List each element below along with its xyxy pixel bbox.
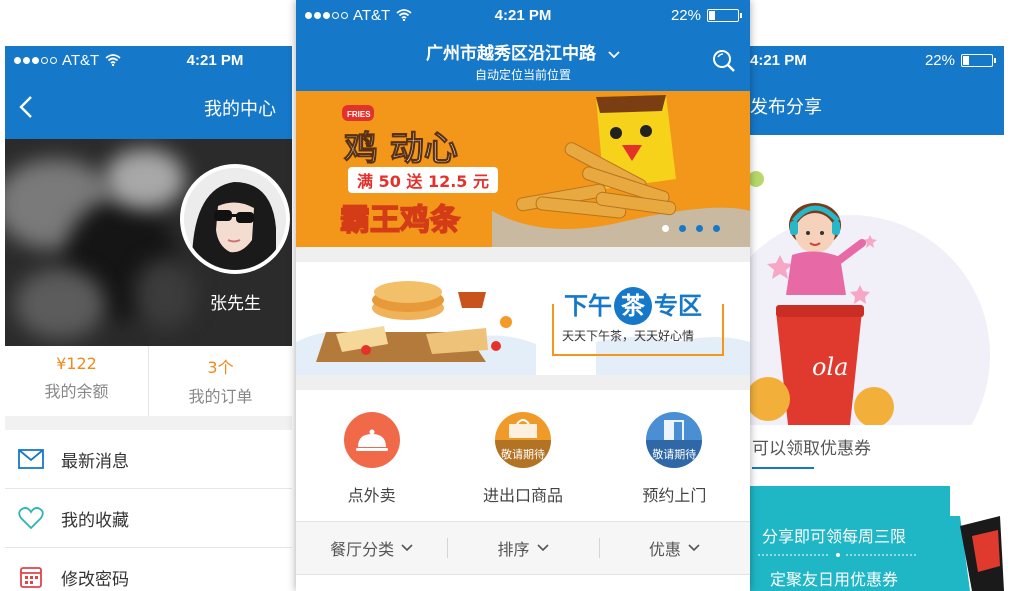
filter-label: 餐厅分类 (330, 540, 395, 559)
banner-title: 鸡 动心 (344, 129, 459, 170)
chevron-down-icon (536, 544, 549, 552)
section-divider (5, 416, 292, 430)
category-label: 进出口商品 (482, 486, 563, 505)
share-illustration: ola (750, 171, 990, 425)
calendar-icon (18, 564, 44, 590)
carrier-label: AT&T (62, 51, 100, 69)
category-import-goods[interactable]: 敬请期待 进出口商品 (447, 390, 598, 520)
battery-indicator: 22% (671, 7, 742, 24)
pager-dot[interactable] (696, 225, 703, 232)
ticket-line-2: 定聚友日用优惠券 (770, 570, 899, 589)
chevron-down-icon (608, 51, 620, 59)
balance-label: 我的余额 (44, 382, 109, 401)
coming-soon-badge: 敬请期待 (500, 448, 545, 461)
category-appointment[interactable]: 敬请期待 预约上门 (599, 390, 750, 520)
pager-dot[interactable] (713, 225, 720, 232)
tea-title-pre: 下午 (564, 292, 612, 320)
menu-item-label: 修改密码 (61, 569, 129, 590)
menu-item-favorites[interactable]: 我的收藏 (5, 489, 292, 548)
chevron-down-icon (401, 544, 413, 552)
status-bar: AT&T 4:21 PM (5, 48, 292, 72)
battery-percent: 22% (670, 6, 701, 24)
coupon-hint: 可以领取优惠券 (752, 439, 871, 459)
tea-title-post: 专区 (654, 292, 702, 320)
cloche-icon (343, 412, 400, 468)
coming-soon-badge: 敬请期待 (652, 448, 697, 461)
heart-icon (18, 505, 44, 531)
filter-label: 排序 (497, 540, 530, 559)
banner-subtitle: 霸王鸡条 (339, 202, 461, 239)
status-bar: AT&T 4:21 PM 22% (296, 3, 750, 27)
battery-icon (707, 8, 739, 22)
filter-sort[interactable]: 排序 (447, 522, 598, 574)
profile-menu: 最新消息 我的收藏 修改密码 (5, 430, 292, 591)
tea-title-mid: 茶 (614, 287, 652, 325)
battery-icon (961, 53, 993, 67)
page-title: 我的中心 (204, 99, 276, 120)
location-hint: 自动定位当前位置 (474, 68, 571, 82)
cup-label: ola (812, 353, 848, 381)
orders-label: 我的订单 (188, 387, 253, 406)
page-title: 发布分享 (750, 97, 822, 118)
balance-stat[interactable]: ¥122 我的余额 (5, 346, 148, 416)
tea-slogan: 天天下午茶，天天好心情 (562, 329, 695, 343)
menu-item-messages[interactable]: 最新消息 (5, 430, 292, 489)
section-divider (296, 375, 750, 390)
nav-bar: AT&T 4:21 PM 22% 广州市越秀区沿江中路 自动定位当前位置 (296, 0, 750, 91)
menu-item-change-password[interactable]: 修改密码 (5, 548, 292, 591)
category-label: 点外卖 (347, 486, 396, 505)
username: 张先生 (210, 294, 261, 314)
menu-item-label: 我的收藏 (61, 510, 129, 531)
share-screen: 4:21 PM 22% 发布分享 ola 可以领取优惠券 分享即可领每周三限 定… (750, 46, 1004, 591)
avatar-image (184, 168, 286, 270)
avatar[interactable] (180, 164, 290, 274)
status-bar: 4:21 PM 22% (750, 48, 1004, 72)
home-screen: AT&T 4:21 PM 22% 广州市越秀区沿江中路 自动定位当前位置 FRI… (296, 0, 750, 591)
signal-icon (14, 56, 57, 64)
balance-value: ¥122 (56, 354, 97, 373)
category-label: 预约上门 (642, 486, 707, 505)
mail-icon (18, 446, 44, 472)
location-label: 广州市越秀区沿江中路 (426, 44, 597, 64)
banner-promo: 满 50 送 12.5 元 (348, 167, 498, 193)
location-selector[interactable]: 广州市越秀区沿江中路 (296, 39, 750, 64)
tea-title: 下午茶专区 (564, 286, 702, 325)
pager-dot-active[interactable] (662, 225, 669, 232)
orders-stat[interactable]: 3个 我的订单 (148, 346, 292, 416)
filter-discount[interactable]: 优惠 (598, 522, 750, 574)
afternoon-tea-banner[interactable]: 下午茶专区 天天下午茶，天天好心情 (296, 262, 750, 375)
nav-bar: AT&T 4:21 PM 我的中心 (5, 46, 292, 139)
my-center-screen: AT&T 4:21 PM 我的中心 张先生 ¥122 我的余额 3个 我的订单 … (5, 46, 292, 591)
chevron-down-icon (688, 544, 700, 552)
battery-indicator: 22% (925, 52, 996, 69)
filter-bar: 餐厅分类 排序 优惠 (296, 521, 750, 575)
banner-pager[interactable] (662, 225, 720, 232)
pager-dot[interactable] (679, 225, 686, 232)
search-icon[interactable] (712, 49, 736, 73)
ticket-line-1: 分享即可领每周三限 (762, 527, 907, 546)
category-takeout[interactable]: 点外卖 (296, 390, 447, 520)
back-icon[interactable] (19, 95, 33, 119)
section-divider (296, 247, 750, 262)
nav-bar: 4:21 PM 22% 发布分享 (750, 46, 1004, 135)
orders-value: 3个 (207, 358, 234, 377)
battery-percent: 22% (924, 51, 955, 69)
wifi-icon (105, 54, 121, 66)
fries-box-label: FRIES (347, 110, 371, 119)
category-grid: 点外卖 敬请期待 进出口商品 敬请期待 预约上门 (296, 390, 750, 520)
menu-item-label: 最新消息 (61, 451, 129, 472)
status-time: 4:21 PM (750, 51, 807, 69)
account-stats: ¥122 我的余额 3个 我的订单 (5, 346, 292, 417)
filter-label: 优惠 (648, 540, 681, 559)
promo-banner[interactable]: FRIES 鸡 动心 满 50 送 12.5 元 霸王鸡条 (296, 91, 750, 247)
status-time: 4:21 PM (186, 51, 244, 69)
filter-restaurant-category[interactable]: 餐厅分类 (296, 522, 447, 574)
coupon-underline (752, 467, 814, 469)
profile-header: 张先生 (5, 139, 292, 346)
